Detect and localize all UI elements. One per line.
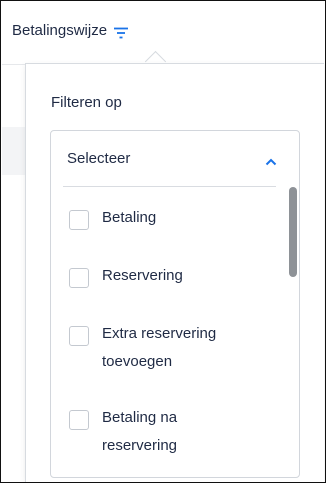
dropdown-selected-value: Selecteer <box>67 150 131 167</box>
checkbox[interactable] <box>69 210 89 230</box>
filter-popover: Filteren op Selecteer Betaling Reserveri… <box>25 63 324 482</box>
filter-icon[interactable] <box>113 26 129 38</box>
chevron-up-icon[interactable] <box>265 153 277 166</box>
table-header-cell: Betalingswijze <box>2 2 324 65</box>
filter-dropdown[interactable]: Selecteer Betaling Reservering Extra res… <box>50 130 300 478</box>
scrollbar-thumb[interactable] <box>289 187 297 277</box>
column-title: Betalingswijze <box>12 22 108 39</box>
dropdown-toggle[interactable]: Selecteer <box>51 131 299 185</box>
option-label: Reservering <box>102 267 183 284</box>
option-reservering[interactable]: Reservering <box>69 265 252 290</box>
dropdown-divider <box>63 186 276 187</box>
screenshot-frame: Betalingswijze Filteren op Selecteer Bet… <box>0 0 326 483</box>
checkbox[interactable] <box>69 268 89 288</box>
option-label: Betaling na reservering <box>102 409 178 454</box>
column-header[interactable]: Betalingswijze <box>12 22 129 39</box>
checkbox[interactable] <box>69 326 89 346</box>
option-extra-reservering-toevoegen[interactable]: Extra reservering toevoegen <box>69 323 252 376</box>
option-betaling[interactable]: Betaling <box>69 207 252 232</box>
popover-title: Filteren op <box>51 94 122 111</box>
option-label: Betaling <box>102 209 157 226</box>
option-label: Extra reservering toevoegen <box>102 325 217 370</box>
option-betaling-na-reservering[interactable]: Betaling na reservering <box>69 407 252 460</box>
checkbox[interactable] <box>69 410 89 430</box>
